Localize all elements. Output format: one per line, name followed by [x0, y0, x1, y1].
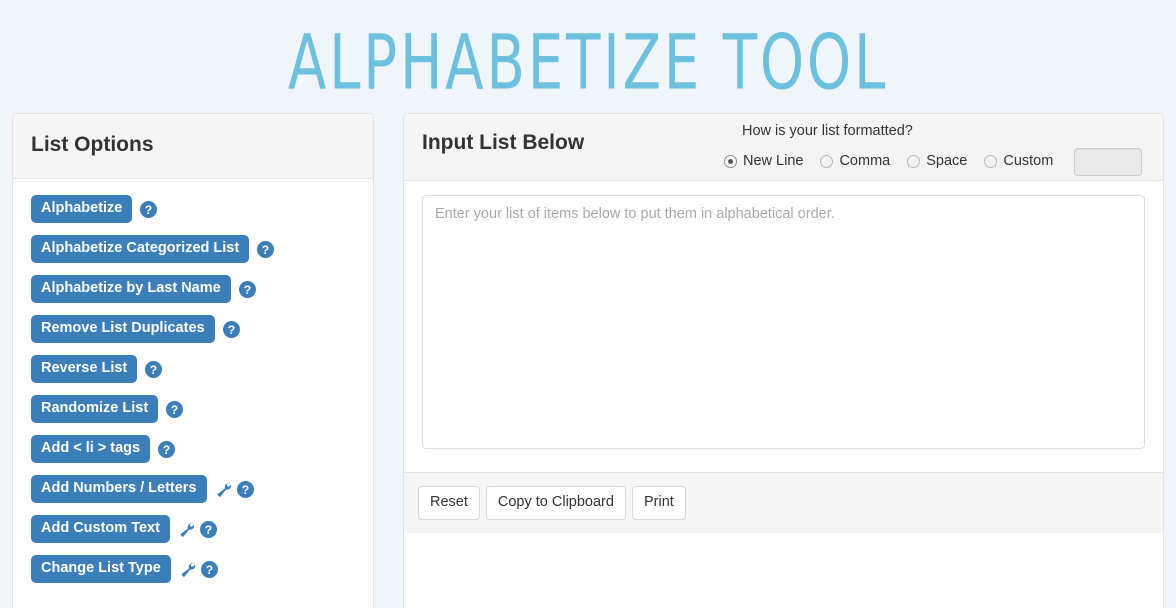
format-radio-comma[interactable]: Comma: [820, 154, 890, 169]
list-option-button[interactable]: Alphabetize: [31, 195, 132, 223]
help-circle-icon[interactable]: ?: [201, 561, 218, 578]
print-button[interactable]: Print: [632, 486, 686, 520]
page-title: ALPHABETIZE TOOL: [47, 0, 1129, 102]
wrench-icon[interactable]: [180, 561, 196, 578]
list-option-button[interactable]: Reverse List: [31, 355, 137, 383]
list-option-button[interactable]: Add Numbers / Letters: [31, 475, 207, 503]
svg-text:?: ?: [145, 202, 152, 216]
format-radio-space[interactable]: Space: [907, 154, 967, 169]
format-radio-label: Comma: [839, 154, 890, 169]
list-option-row: Remove List Duplicates?: [31, 315, 355, 343]
input-list-body: [404, 181, 1163, 472]
list-option-row: Add Numbers / Letters?: [31, 475, 355, 503]
list-format-radios: New Line Comma Space Custom: [724, 148, 1142, 176]
list-option-button[interactable]: Change List Type: [31, 555, 171, 583]
help-circle-icon[interactable]: ?: [239, 281, 256, 298]
list-option-button[interactable]: Alphabetize by Last Name: [31, 275, 231, 303]
reset-button[interactable]: Reset: [418, 486, 480, 520]
radio-dot-icon: [724, 155, 737, 168]
list-option-row: Randomize List?: [31, 395, 355, 423]
svg-text:?: ?: [206, 562, 213, 576]
list-option-row: Alphabetize by Last Name?: [31, 275, 355, 303]
list-options-header: List Options: [13, 114, 373, 179]
svg-text:?: ?: [205, 522, 212, 536]
list-option-button[interactable]: Add < li > tags: [31, 435, 150, 463]
wrench-icon[interactable]: [216, 481, 232, 498]
radio-dot-icon: [984, 155, 997, 168]
list-options-body: Alphabetize?Alphabetize Categorized List…: [13, 179, 373, 608]
input-list-header: Input List Below How is your list format…: [404, 114, 1163, 181]
svg-text:?: ?: [243, 282, 250, 296]
format-radio-label: Custom: [1003, 154, 1053, 169]
input-list-panel: Input List Below How is your list format…: [403, 113, 1164, 608]
svg-text:?: ?: [150, 362, 157, 376]
help-circle-icon[interactable]: ?: [166, 401, 183, 418]
list-options-panel: List Options Alphabetize?Alphabetize Cat…: [12, 113, 374, 608]
radio-dot-icon: [907, 155, 920, 168]
help-circle-icon[interactable]: ?: [145, 361, 162, 378]
list-option-row: Add Custom Text?: [31, 515, 355, 543]
list-option-button[interactable]: Alphabetize Categorized List: [31, 235, 249, 263]
list-input-textarea[interactable]: [422, 195, 1145, 449]
help-circle-icon[interactable]: ?: [140, 201, 157, 218]
list-option-row: Reverse List?: [31, 355, 355, 383]
list-option-row: Add < li > tags?: [31, 435, 355, 463]
help-circle-icon[interactable]: ?: [237, 481, 254, 498]
list-option-button[interactable]: Add Custom Text: [31, 515, 170, 543]
format-radio-label: Space: [926, 154, 967, 169]
input-list-footer: ResetCopy to ClipboardPrint: [404, 472, 1163, 533]
format-radio-custom[interactable]: Custom: [984, 154, 1053, 169]
help-circle-icon[interactable]: ?: [200, 521, 217, 538]
list-option-button[interactable]: Randomize List: [31, 395, 158, 423]
custom-delimiter-input[interactable]: [1074, 148, 1142, 176]
svg-text:?: ?: [262, 242, 269, 256]
help-circle-icon[interactable]: ?: [158, 441, 175, 458]
radio-dot-icon: [820, 155, 833, 168]
list-option-button[interactable]: Remove List Duplicates: [31, 315, 215, 343]
svg-text:?: ?: [163, 442, 170, 456]
list-format-question: How is your list formatted?: [742, 124, 1142, 139]
main-layout: List Options Alphabetize?Alphabetize Cat…: [0, 113, 1176, 608]
svg-text:?: ?: [171, 402, 178, 416]
list-option-row: Alphabetize?: [31, 195, 355, 223]
svg-text:?: ?: [227, 322, 234, 336]
format-radio-label: New Line: [743, 154, 803, 169]
copy-to-clipboard-button[interactable]: Copy to Clipboard: [486, 486, 626, 520]
help-circle-icon[interactable]: ?: [257, 241, 274, 258]
help-circle-icon[interactable]: ?: [223, 321, 240, 338]
wrench-icon[interactable]: [179, 521, 195, 538]
svg-text:?: ?: [241, 482, 248, 496]
format-radio-new-line[interactable]: New Line: [724, 154, 803, 169]
list-option-row: Alphabetize Categorized List?: [31, 235, 355, 263]
list-option-row: Change List Type?: [31, 555, 355, 583]
list-format-group: How is your list formatted? New Line Comm…: [724, 124, 1142, 176]
list-options-title: List Options: [31, 132, 355, 157]
